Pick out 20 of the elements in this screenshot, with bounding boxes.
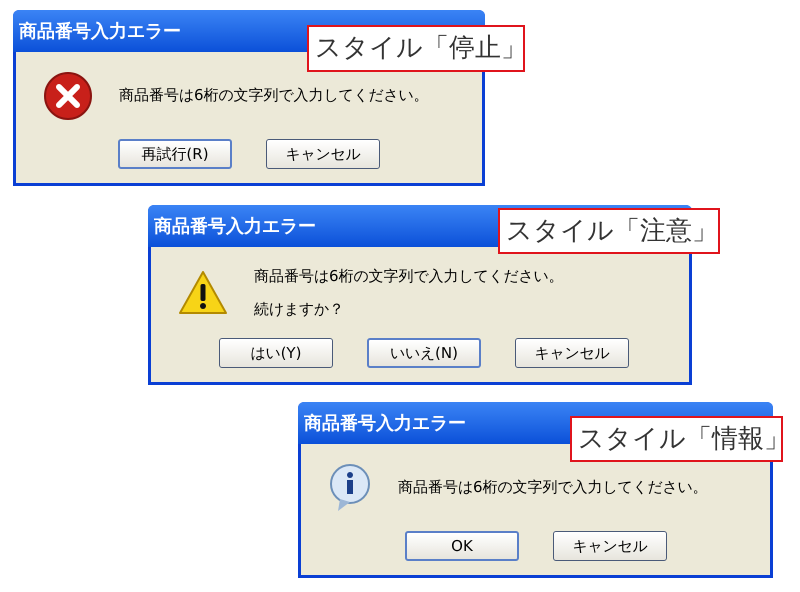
message-text: 続けますか？: [254, 298, 345, 320]
message-text: 商品番号は6桁の文字列で入力してください。: [254, 266, 564, 287]
caption-label: スタイル「注意」: [498, 208, 720, 254]
dialog-button[interactable]: キャンセル: [515, 338, 629, 368]
dialog-button[interactable]: いいえ(N): [367, 338, 481, 368]
window-title: 商品番号入力エラー: [154, 214, 316, 238]
message-text: 商品番号は6桁の文字列で入力してください。: [119, 85, 429, 106]
dialog-button[interactable]: 再試行(R): [118, 139, 232, 169]
message-text: 商品番号は6桁の文字列で入力してください。: [398, 477, 708, 498]
dialog-button[interactable]: OK: [405, 531, 519, 561]
dialog-button[interactable]: キャンセル: [553, 531, 667, 561]
dialog-button[interactable]: はい(Y): [219, 338, 333, 368]
caption-label: スタイル「停止」: [307, 25, 525, 72]
warning-icon: [178, 270, 228, 316]
window-title: 商品番号入力エラー: [304, 412, 466, 436]
window-title: 商品番号入力エラー: [19, 20, 181, 44]
info-icon: [328, 462, 372, 512]
error-icon: [43, 70, 93, 120]
dialog-button[interactable]: キャンセル: [266, 139, 380, 169]
caption-label: スタイル「情報」: [570, 416, 783, 462]
